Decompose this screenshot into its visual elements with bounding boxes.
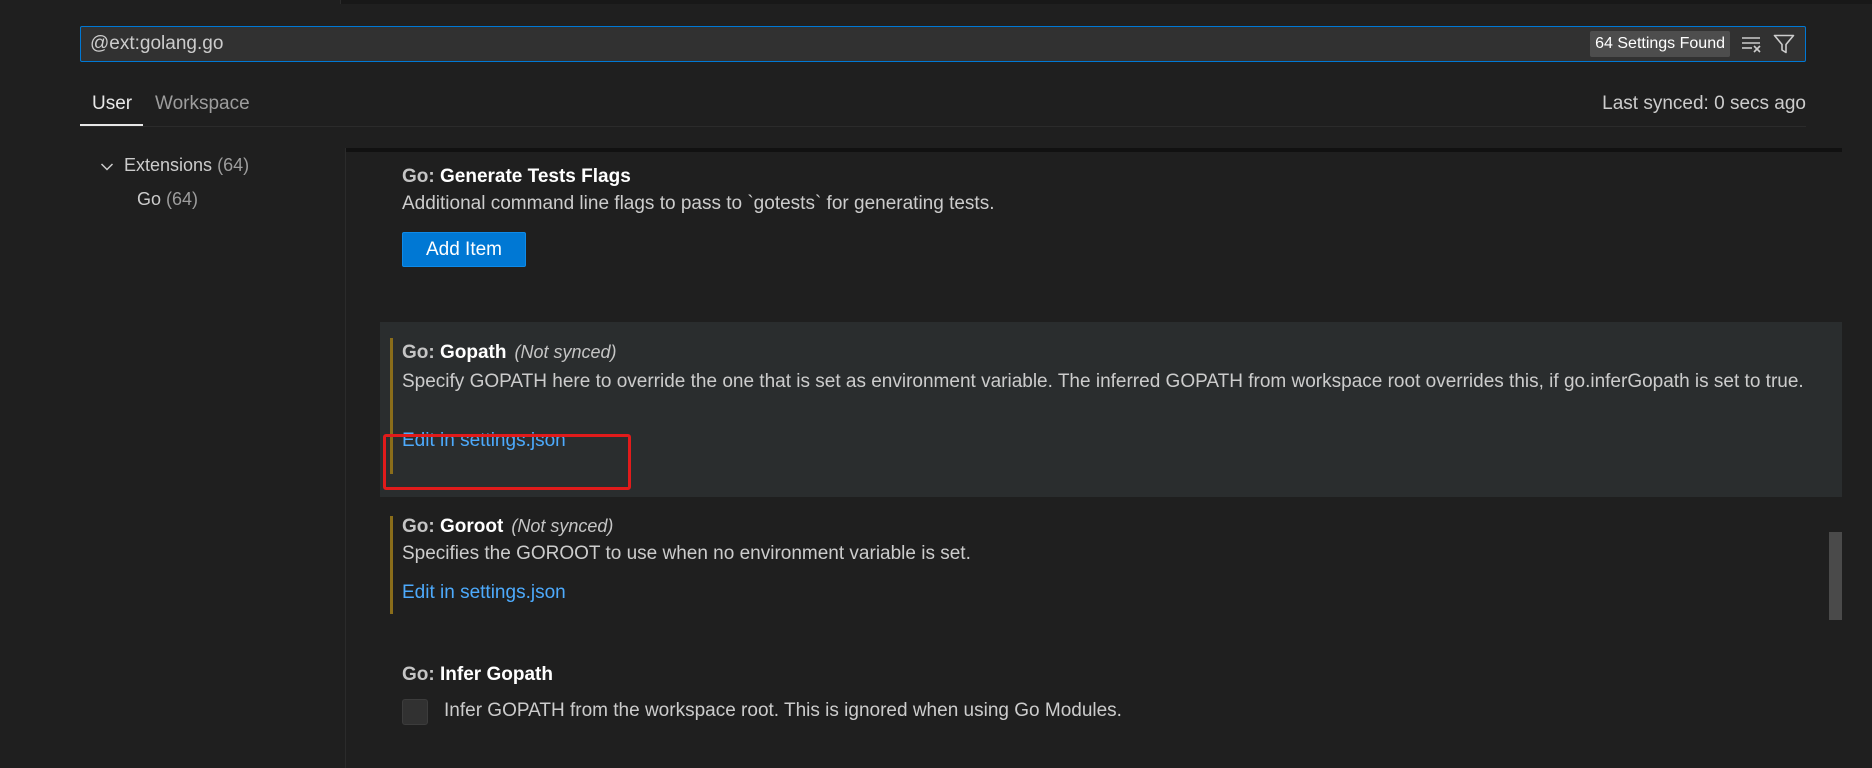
setting-category: Go:	[402, 664, 440, 685]
toc-extensions-count: (64)	[217, 155, 250, 175]
toc-extensions-label: Extensions	[124, 155, 213, 175]
setting-title: Go: Infer Gopath	[402, 664, 553, 686]
setting-category: Go:	[402, 342, 440, 363]
filter-icon[interactable]	[1773, 34, 1795, 54]
active-tab-indicator	[80, 124, 143, 126]
editor-tab-bar	[0, 0, 1872, 4]
setting-item-infer-gopath: Go: Infer Gopath Infer GOPATH from the w…	[380, 664, 1842, 764]
not-synced-label: (Not synced)	[511, 516, 614, 536]
toc-item-extensions[interactable]: Extensions (64)	[96, 150, 336, 184]
setting-title: Go: Generate Tests Flags	[402, 166, 631, 188]
setting-item-generate-tests-flags: Go: Generate Tests Flags Additional comm…	[380, 150, 1842, 270]
tab-workspace[interactable]: Workspace	[155, 93, 250, 115]
settings-search-input[interactable]	[90, 27, 1590, 61]
setting-description: Specify GOPATH here to override the one …	[402, 371, 1804, 392]
toc-item-label: Go (64)	[137, 189, 198, 210]
settings-search-box[interactable]: 64 Settings Found	[80, 26, 1806, 62]
tab-user[interactable]: User	[92, 93, 132, 115]
infer-gopath-checkbox[interactable]	[402, 699, 428, 725]
setting-name: Gopath	[440, 342, 507, 363]
scrollbar-thumb[interactable]	[1829, 532, 1842, 620]
add-item-button[interactable]: Add Item	[402, 232, 526, 267]
setting-category: Go:	[402, 516, 440, 537]
setting-name: Goroot	[440, 516, 504, 537]
checkbox-label: Infer GOPATH from the workspace root. Th…	[444, 700, 1122, 721]
settings-scope-tabs: User Workspace Last synced: 0 secs ago	[80, 88, 1806, 127]
highlight-annotation-box	[383, 434, 631, 490]
clear-filter-icon[interactable]	[1741, 35, 1763, 53]
last-synced-status: Last synced: 0 secs ago	[1602, 93, 1806, 114]
setting-description: Additional command line flags to pass to…	[402, 193, 995, 214]
edit-in-settings-json-link[interactable]: Edit in settings.json	[402, 582, 566, 604]
setting-title: Go: Gopath (Not synced)	[402, 342, 617, 364]
setting-name: Infer Gopath	[440, 664, 553, 685]
active-editor-tab[interactable]	[0, 0, 341, 4]
toc-item-label: Extensions (64)	[124, 155, 249, 176]
toc-go-label: Go	[137, 189, 162, 209]
modified-indicator	[390, 516, 393, 614]
setting-title: Go: Goroot (Not synced)	[402, 516, 613, 538]
settings-editor: 64 Settings Found User Workspace Last sy…	[0, 0, 1872, 768]
setting-category: Go:	[402, 166, 440, 187]
setting-description: Specifies the GOROOT to use when no envi…	[402, 543, 971, 564]
toc-go-count: (64)	[166, 189, 199, 209]
setting-name: Generate Tests Flags	[440, 166, 631, 187]
settings-found-badge: 64 Settings Found	[1590, 31, 1730, 57]
settings-toc: Extensions (64) Go (64)	[96, 150, 336, 218]
vertical-scrollbar[interactable]	[1828, 150, 1842, 768]
toc-item-go[interactable]: Go (64)	[96, 184, 336, 218]
chevron-down-icon[interactable]	[100, 158, 114, 172]
setting-item-goroot: Go: Goroot (Not synced) Specifies the GOR…	[380, 516, 1842, 616]
not-synced-label: (Not synced)	[514, 342, 617, 362]
